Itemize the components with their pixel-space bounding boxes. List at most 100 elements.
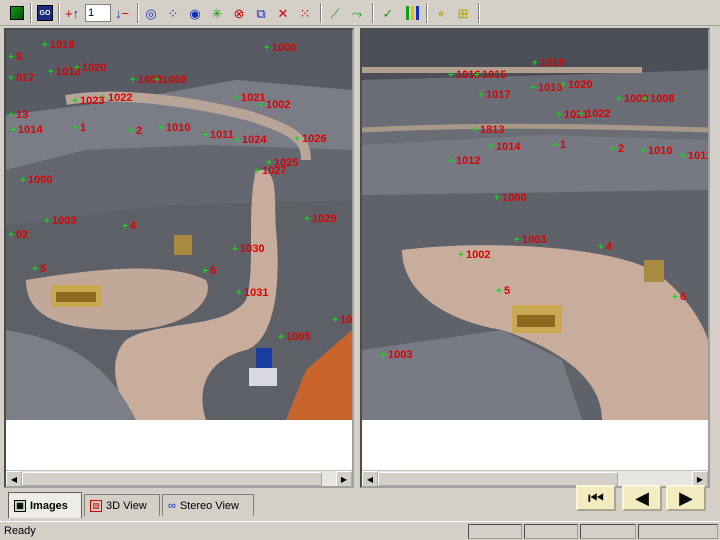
no-point-icon[interactable]: ⊗: [229, 3, 249, 23]
left-scroll-thumb[interactable]: [22, 472, 322, 486]
left-point-marker-icon[interactable]: +: [278, 333, 284, 343]
left-point-marker-icon[interactable]: +: [74, 64, 80, 74]
left-point-marker-icon[interactable]: +: [258, 101, 264, 111]
left-point-marker-icon[interactable]: +: [8, 231, 14, 241]
right-point-marker-icon[interactable]: +: [478, 91, 484, 101]
right-point-marker-icon[interactable]: +: [496, 287, 502, 297]
right-point-marker-icon[interactable]: +: [578, 110, 584, 120]
left-point-marker-icon[interactable]: +: [304, 215, 310, 225]
target-icon[interactable]: ◎: [141, 3, 161, 23]
frame-number-input[interactable]: [85, 4, 111, 22]
tab-stereo-view[interactable]: ∞ Stereo View: [162, 494, 254, 516]
right-point-marker-icon[interactable]: +: [616, 95, 622, 105]
bars-icon[interactable]: [402, 3, 422, 23]
scroll-right-icon[interactable]: ▶: [336, 471, 352, 486]
right-point-marker-icon[interactable]: +: [642, 95, 648, 105]
scatter-icon[interactable]: ⁘: [163, 3, 183, 23]
right-point-label: 6: [680, 291, 687, 303]
left-point-marker-icon[interactable]: +: [8, 111, 14, 121]
left-point-marker-icon[interactable]: +: [32, 265, 38, 275]
right-point-marker-icon[interactable]: +: [610, 145, 616, 155]
center-icon[interactable]: ◉: [185, 3, 205, 23]
right-point-marker-icon[interactable]: +: [514, 236, 520, 246]
left-horizontal-scrollbar[interactable]: ◀ ▶: [6, 470, 352, 486]
right-point-marker-icon[interactable]: +: [532, 59, 538, 69]
right-point-marker-icon[interactable]: +: [672, 293, 678, 303]
right-horizontal-scrollbar[interactable]: ◀ ▶: [362, 470, 708, 486]
left-point-label: 1022: [108, 92, 133, 104]
right-scroll-thumb[interactable]: [378, 472, 618, 486]
left-point-marker-icon[interactable]: +: [202, 267, 208, 277]
left-point-marker-icon[interactable]: +: [48, 68, 54, 78]
left-point-marker-icon[interactable]: +: [128, 127, 134, 137]
left-point-marker-icon[interactable]: +: [72, 124, 78, 134]
right-point-marker-icon[interactable]: +: [530, 84, 536, 94]
left-point-marker-icon[interactable]: +: [122, 222, 128, 232]
left-point-marker-icon[interactable]: +: [232, 245, 238, 255]
right-point-marker-icon[interactable]: +: [556, 111, 562, 121]
left-point-marker-icon[interactable]: +: [72, 97, 78, 107]
right-image-pane[interactable]: +1018 +1016 +1015 +1017 +1013 +1020 +1009 +1008…: [360, 28, 710, 488]
tab-stereo-view-label: Stereo View: [179, 499, 239, 512]
scroll-left-icon[interactable]: ◀: [6, 471, 22, 486]
left-point-marker-icon[interactable]: +: [202, 131, 208, 141]
point-line-icon[interactable]: ⟋: [325, 3, 345, 23]
right-point-marker-icon[interactable]: +: [640, 147, 646, 157]
left-point-marker-icon[interactable]: +: [8, 74, 14, 84]
right-point-marker-icon[interactable]: +: [552, 141, 558, 151]
right-point-label: 1002: [466, 249, 491, 261]
left-point-marker-icon[interactable]: +: [236, 289, 242, 299]
right-point-marker-icon[interactable]: +: [680, 152, 686, 162]
dotted-x-icon[interactable]: ⁙: [295, 3, 315, 23]
right-point-marker-icon[interactable]: +: [448, 71, 454, 81]
left-point-marker-icon[interactable]: +: [332, 316, 338, 326]
right-point-marker-icon[interactable]: +: [560, 81, 566, 91]
left-point-marker-icon[interactable]: +: [264, 44, 270, 54]
add-point-up-icon[interactable]: + ↑: [62, 3, 82, 23]
left-point-marker-icon[interactable]: +: [20, 176, 26, 186]
right-point-marker-icon[interactable]: +: [448, 157, 454, 167]
right-point-marker-icon[interactable]: +: [474, 71, 480, 81]
right-point-marker-icon[interactable]: +: [488, 143, 494, 153]
right-point-marker-icon[interactable]: +: [494, 194, 500, 204]
left-point-marker-icon[interactable]: +: [10, 126, 16, 136]
right-point-marker-icon[interactable]: +: [472, 126, 478, 136]
left-image-pane[interactable]: +5 +1018 +1000 +017 +1013 +1020 +1009 +1008 +13 +…: [4, 28, 354, 488]
go-icon: GO: [37, 5, 53, 21]
arrow-down-icon[interactable]: ↓ −: [112, 3, 132, 23]
left-point-marker-icon[interactable]: +: [294, 135, 300, 145]
left-point-marker-icon[interactable]: +: [154, 76, 160, 86]
first-frame-button[interactable]: ⏮: [576, 485, 616, 511]
right-point-marker-icon[interactable]: +: [598, 243, 604, 253]
left-point-marker-icon[interactable]: +: [233, 94, 239, 104]
crosshair-icon[interactable]: ⌖: [431, 3, 451, 23]
star-burst-icon[interactable]: ✳: [207, 3, 227, 23]
tab-images[interactable]: ▦ Images: [8, 492, 82, 518]
left-point-label: 1000: [28, 174, 53, 186]
toolbar-separator: [58, 3, 60, 23]
pencil-check-icon[interactable]: ✓: [378, 3, 398, 23]
left-point-marker-icon[interactable]: +: [42, 41, 48, 51]
tab-3d-view[interactable]: ▧ 3D View: [84, 494, 160, 516]
grid-crosshair-icon[interactable]: ⊞: [453, 3, 473, 23]
left-point-marker-icon[interactable]: +: [8, 53, 14, 63]
delete-x-icon[interactable]: ✕: [273, 3, 293, 23]
scroll-left-icon[interactable]: ◀: [362, 471, 378, 486]
left-point-marker-icon[interactable]: +: [158, 124, 164, 134]
right-point-marker-icon[interactable]: +: [380, 351, 386, 361]
green-square-icon[interactable]: [7, 3, 27, 23]
point-line-check-icon[interactable]: ⤳: [347, 3, 367, 23]
left-point-marker-icon[interactable]: +: [44, 217, 50, 227]
left-point-marker-icon[interactable]: +: [234, 136, 240, 146]
left-point-marker-icon[interactable]: +: [130, 76, 136, 86]
right-point-marker-icon[interactable]: +: [458, 251, 464, 261]
left-point-label: 1014: [18, 124, 43, 136]
right-point-label: 1010: [648, 145, 673, 157]
status-panel: [638, 524, 718, 539]
go-button[interactable]: GO: [35, 3, 55, 23]
linked-boxes-icon[interactable]: ⧉: [251, 3, 271, 23]
left-point-marker-icon[interactable]: +: [254, 167, 260, 177]
previous-frame-button[interactable]: ◀: [622, 485, 662, 511]
left-point-label: 5: [40, 263, 47, 275]
next-frame-button[interactable]: ▶: [666, 485, 706, 511]
